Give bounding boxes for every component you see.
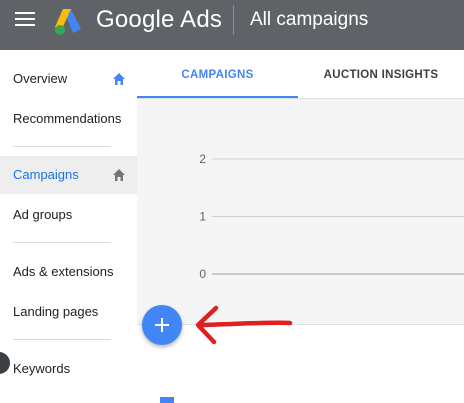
sidebar-divider xyxy=(13,146,111,147)
sidebar-divider xyxy=(13,242,111,243)
row-checkbox[interactable] xyxy=(160,397,174,403)
sidebar-item-label: Ads & extensions xyxy=(13,264,114,279)
sidebar-item-label: Ad groups xyxy=(13,207,73,222)
home-icon xyxy=(113,169,125,181)
hamburger-menu-icon[interactable] xyxy=(15,12,35,28)
tab-bar: CAMPAIGNS AUCTION INSIGHTS xyxy=(137,50,464,99)
y-tick-label: 2 xyxy=(199,152,206,166)
sidebar-item-label: Recommendations xyxy=(13,111,122,126)
performance-chart: 2 1 0 xyxy=(137,99,464,324)
sidebar-item-recommendations[interactable]: Recommendations xyxy=(0,100,137,138)
tab-auction-insights[interactable]: AUCTION INSIGHTS xyxy=(298,50,464,98)
app-brand[interactable]: Google Ads xyxy=(96,6,222,34)
sidebar-divider xyxy=(13,339,111,340)
plus-icon xyxy=(155,318,169,332)
top-app-bar: Google Ads All campaigns xyxy=(0,0,464,50)
sidebar-item-campaigns[interactable]: Campaigns xyxy=(0,156,137,194)
add-button[interactable] xyxy=(142,305,182,345)
google-ads-logo[interactable] xyxy=(53,7,85,37)
sidebar-item-label: Campaigns xyxy=(13,167,79,182)
y-tick-label: 1 xyxy=(199,210,206,224)
sidebar-item-label: Keywords xyxy=(13,361,71,376)
page-title: All campaigns xyxy=(250,9,369,30)
y-tick-label: 0 xyxy=(199,267,206,281)
sidebar-item-ad-groups[interactable]: Ad groups xyxy=(0,196,137,234)
sidebar-item-landing-pages[interactable]: Landing pages xyxy=(0,293,137,331)
annotation-arrow xyxy=(195,305,293,345)
sidebar-nav: Overview Recommendations Campaigns Ad gr… xyxy=(0,50,138,402)
table-area xyxy=(137,324,464,403)
sidebar-item-label: Landing pages xyxy=(13,304,99,319)
chart-canvas: 2 1 0 xyxy=(199,152,464,281)
sidebar-item-label: Overview xyxy=(13,71,68,86)
header-divider xyxy=(233,5,234,35)
sidebar-item-ads-extensions[interactable]: Ads & extensions xyxy=(0,253,137,291)
tab-campaigns[interactable]: CAMPAIGNS xyxy=(137,50,298,98)
sidebar-item-overview[interactable]: Overview xyxy=(0,60,137,98)
sidebar-item-keywords[interactable]: Keywords xyxy=(0,350,137,388)
home-icon xyxy=(113,73,125,85)
